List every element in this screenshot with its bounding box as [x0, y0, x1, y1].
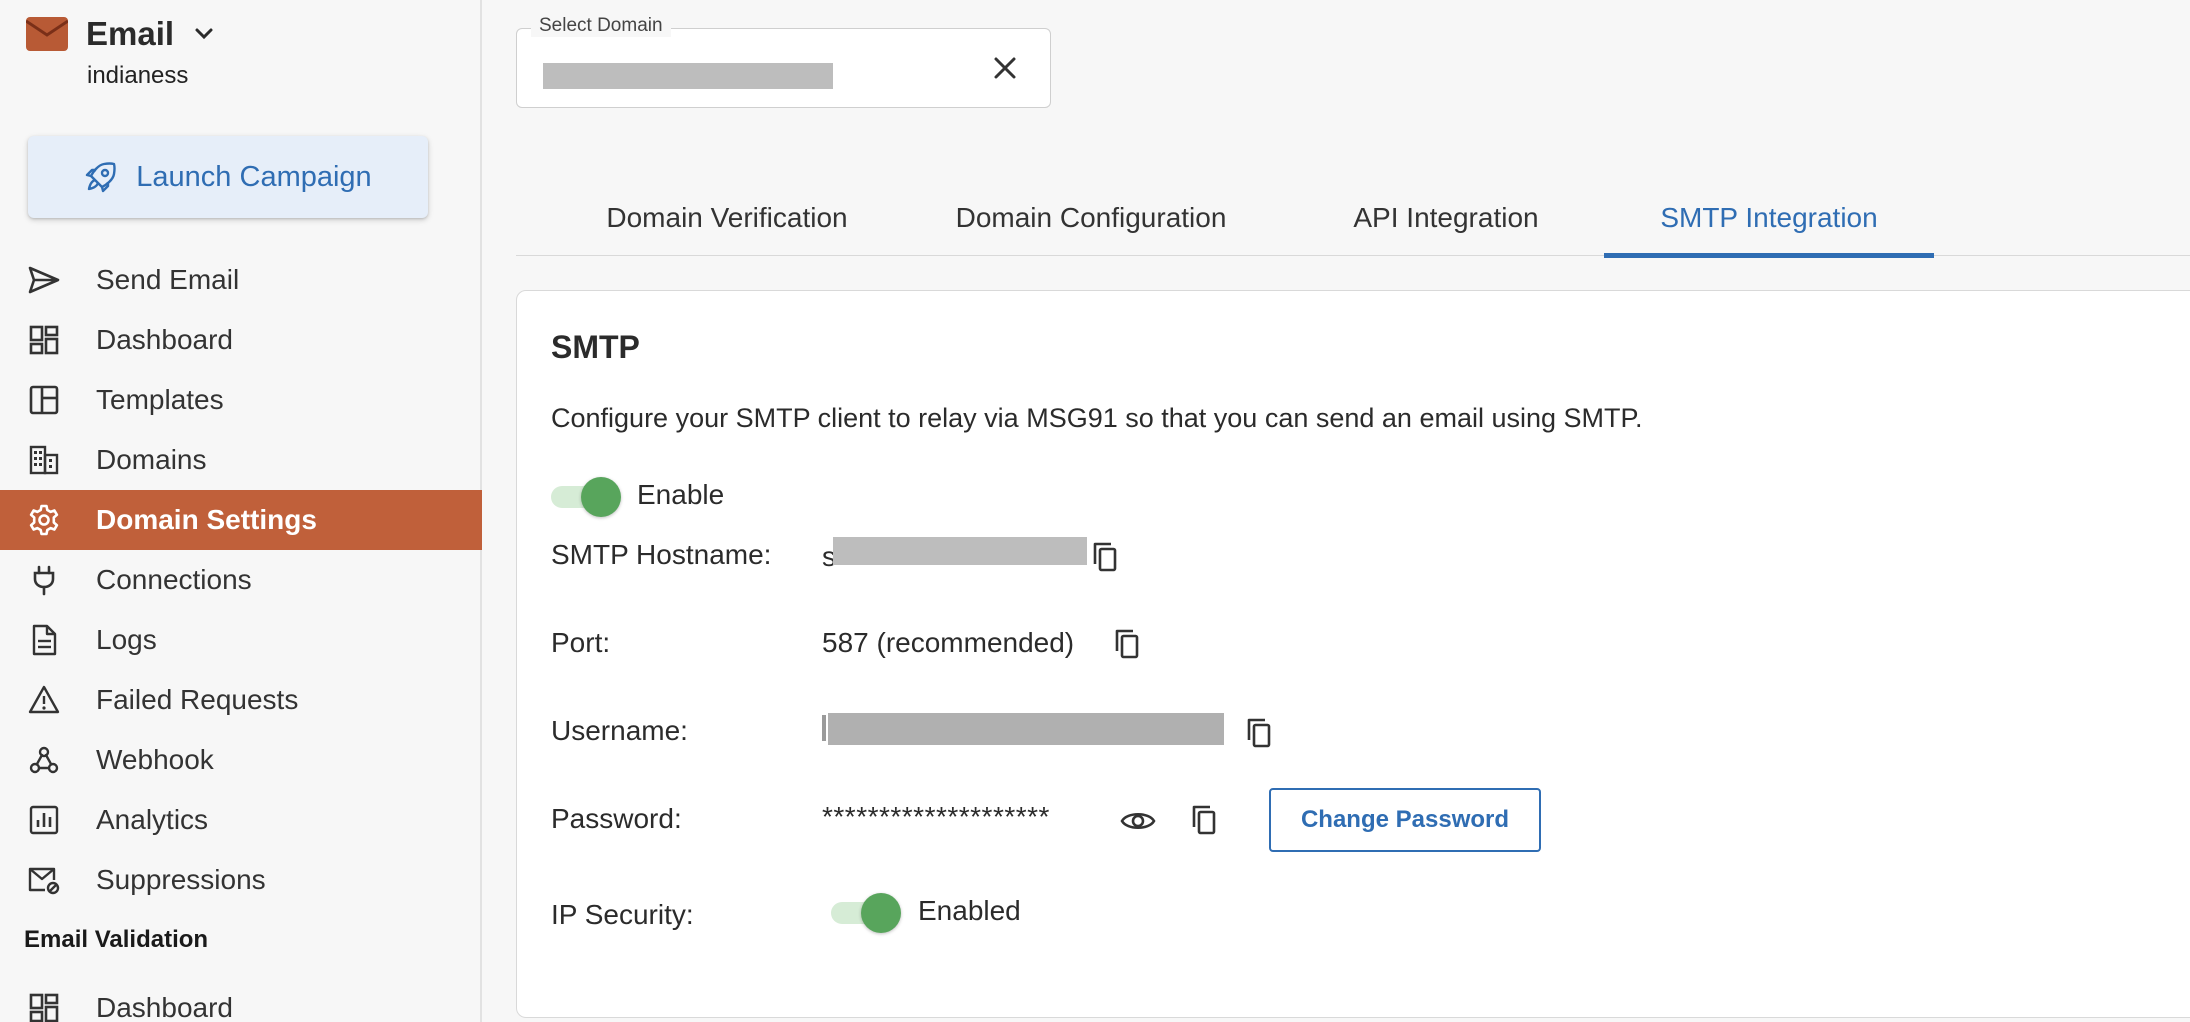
username-prefix-mark — [822, 715, 826, 741]
sidebar-item-connections[interactable]: Connections — [0, 550, 482, 610]
copy-username-icon[interactable] — [1241, 715, 1277, 751]
ip-security-value: Enabled — [918, 895, 1021, 926]
sidebar-item-domains[interactable]: Domains — [0, 430, 482, 490]
sidebar-item-label: Failed Requests — [96, 684, 299, 715]
sidebar-item-label: Domains — [96, 444, 207, 475]
chevron-down-icon[interactable] — [192, 22, 216, 46]
templates-icon — [26, 382, 62, 418]
close-icon[interactable] — [990, 53, 1020, 83]
redacted-domain-value — [543, 63, 833, 89]
sidebar-item-label: Templates — [96, 384, 224, 415]
tab-smtp-integration[interactable]: SMTP Integration — [1604, 180, 1934, 258]
launch-campaign-button[interactable]: Launch Campaign — [28, 136, 428, 218]
sidebar-item-label: Connections — [96, 564, 252, 595]
password-label: Password: — [551, 803, 682, 834]
document-icon — [26, 622, 62, 658]
card-title: SMTP — [551, 329, 640, 365]
sidebar-item-dashboard[interactable]: Dashboard — [0, 310, 482, 370]
dashboard-icon — [26, 990, 62, 1022]
card-description: Configure your SMTP client to relay via … — [551, 403, 1643, 433]
sidebar-item-label: Logs — [96, 624, 157, 655]
sidebar-item-label: Dashboard — [96, 324, 233, 355]
toggle-thumb — [861, 893, 901, 933]
copy-password-icon[interactable] — [1186, 802, 1222, 838]
sidebar: Email indianess Launch Campaign Send Ema… — [0, 0, 482, 1022]
redacted-hostname — [833, 537, 1087, 565]
password-value: ******************** — [822, 801, 1050, 832]
copy-port-icon[interactable] — [1109, 626, 1145, 662]
smtp-card: SMTP Configure your SMTP client to relay… — [516, 290, 2190, 1018]
sidebar-item-suppressions[interactable]: Suppressions — [0, 850, 482, 910]
sidebar-item-failed-requests[interactable]: Failed Requests — [0, 670, 482, 730]
enable-label: Enable — [637, 479, 725, 510]
ip-security-toggle[interactable] — [831, 891, 901, 933]
sidebar-item-label: Dashboard — [96, 992, 233, 1022]
port-label: Port: — [551, 627, 611, 658]
account-name: indianess — [87, 62, 189, 89]
domain-select-label: Select Domain — [531, 15, 671, 37]
gear-icon — [26, 502, 62, 538]
plug-icon — [26, 562, 62, 598]
domain-select[interactable]: Select Domain — [516, 15, 1051, 108]
ip-security-label: IP Security: — [551, 899, 694, 930]
change-password-button[interactable]: Change Password — [1269, 788, 1541, 852]
sidebar-item-label: Analytics — [96, 804, 209, 835]
hostname-label: SMTP Hostname: — [551, 539, 772, 570]
sidebar-item-send-email[interactable]: Send Email — [0, 250, 482, 310]
app-switcher[interactable]: Email — [26, 14, 216, 54]
port-value: 587 (recommended) — [822, 627, 1075, 658]
settings-tabs: Domain Verification Domain Configuration… — [516, 180, 2190, 258]
tab-domain-configuration[interactable]: Domain Configuration — [944, 180, 1238, 256]
tab-domain-verification[interactable]: Domain Verification — [596, 180, 858, 256]
sidebar-nav-email-validation: Dashboard — [0, 978, 482, 1022]
webhook-icon — [26, 742, 62, 778]
dashboard-icon — [26, 322, 62, 358]
app-title: Email — [86, 15, 175, 52]
building-icon — [26, 442, 62, 478]
sidebar-item-validation-dashboard[interactable]: Dashboard — [0, 978, 482, 1022]
sidebar-nav: Send Email Dashboard Templates Domains D… — [0, 250, 482, 910]
redacted-username — [828, 713, 1224, 745]
copy-hostname-icon[interactable] — [1087, 539, 1123, 575]
sidebar-item-label: Webhook — [96, 744, 214, 775]
section-heading-email-validation: Email Validation — [24, 926, 209, 953]
username-label: Username: — [551, 715, 688, 746]
rocket-icon — [86, 162, 116, 193]
tab-api-integration[interactable]: API Integration — [1346, 180, 1546, 256]
sidebar-item-webhook[interactable]: Webhook — [0, 730, 482, 790]
sidebar-item-analytics[interactable]: Analytics — [0, 790, 482, 850]
mail-block-icon — [26, 862, 62, 898]
sidebar-item-templates[interactable]: Templates — [0, 370, 482, 430]
sidebar-item-domain-settings[interactable]: Domain Settings — [0, 490, 482, 550]
sidebar-item-label: Suppressions — [96, 864, 266, 895]
toggle-thumb — [581, 477, 621, 517]
eye-icon[interactable] — [1119, 802, 1157, 840]
smtp-enable-toggle[interactable] — [551, 475, 621, 517]
analytics-icon — [26, 802, 62, 838]
sidebar-item-logs[interactable]: Logs — [0, 610, 482, 670]
sidebar-item-label: Domain Settings — [96, 504, 317, 535]
launch-campaign-label: Launch Campaign — [136, 160, 372, 193]
sidebar-item-label: Send Email — [96, 264, 240, 295]
send-icon — [26, 262, 62, 298]
mail-logo-icon — [26, 17, 68, 51]
warning-icon — [26, 682, 62, 718]
